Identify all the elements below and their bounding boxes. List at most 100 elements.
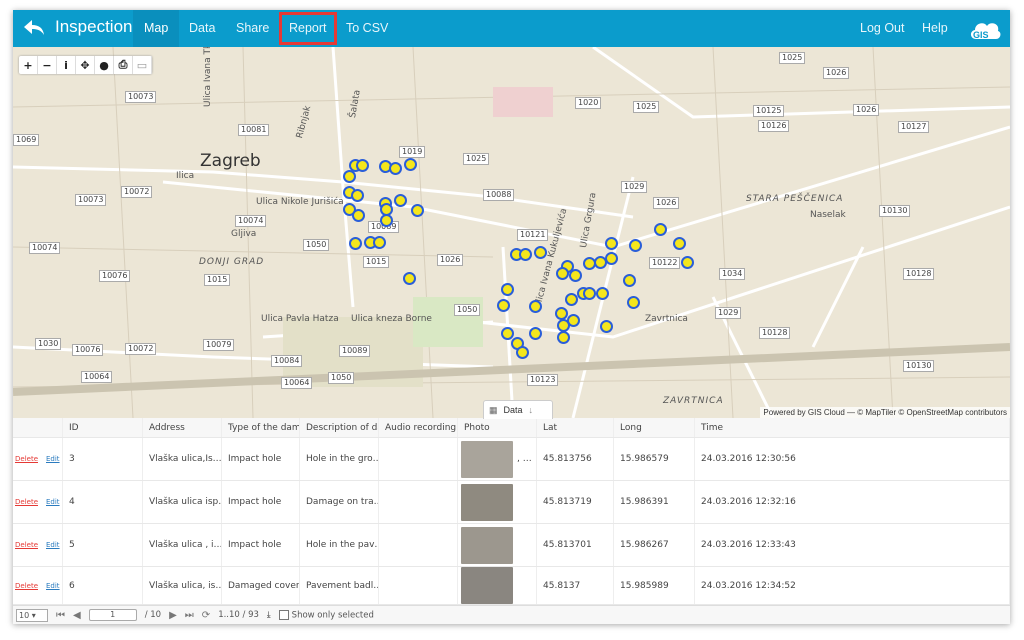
column-header-id[interactable]: ID	[63, 418, 143, 437]
cell-type: Impact hole	[222, 524, 300, 566]
edit-link[interactable]: Edit	[46, 455, 60, 463]
inspection-marker[interactable]	[411, 204, 424, 217]
logout-link[interactable]: Log Out	[849, 10, 915, 47]
nav-map[interactable]: Map	[133, 10, 180, 47]
download-icon[interactable]: ⤓	[267, 610, 271, 620]
road-number-label: 10127	[898, 121, 930, 133]
page-input[interactable]: 1	[88, 609, 137, 621]
column-header-audio[interactable]: Audio recording	[379, 418, 458, 437]
inspection-marker[interactable]	[605, 237, 618, 250]
photo-thumbnail[interactable]	[461, 526, 513, 564]
column-header-description[interactable]: Description of da	[300, 418, 379, 437]
inspection-marker[interactable]	[557, 331, 570, 344]
delete-link[interactable]: Delete	[15, 582, 38, 590]
column-header-address[interactable]: Address	[143, 418, 222, 437]
layers-icon[interactable]: ▭	[133, 56, 152, 74]
inspection-marker[interactable]	[654, 223, 667, 236]
column-header-lat[interactable]: Lat	[537, 418, 614, 437]
column-header-long[interactable]: Long	[614, 418, 695, 437]
photo-thumbnail[interactable]	[461, 567, 513, 604]
nav-share[interactable]: Share	[225, 10, 280, 47]
inspection-marker[interactable]	[673, 237, 686, 250]
column-header-type[interactable]: Type of the dama	[222, 418, 300, 437]
zoom-in-icon[interactable]: +	[19, 56, 38, 74]
delete-link[interactable]: Delete	[15, 455, 38, 463]
refresh-icon[interactable]: ⟳	[202, 610, 210, 621]
inspection-marker[interactable]	[519, 248, 532, 261]
inspection-marker[interactable]	[583, 287, 596, 300]
map-view[interactable]: 10073 10081 1019 1025 1020 1025 1026 10125 10126…	[13, 47, 1010, 418]
info-icon[interactable]: i	[57, 56, 76, 74]
show-only-selected[interactable]: Show only selected	[278, 609, 374, 621]
inspection-marker[interactable]	[404, 158, 417, 171]
zoom-out-icon[interactable]: −	[38, 56, 57, 74]
inspection-marker[interactable]	[516, 346, 529, 359]
show-selected-checkbox[interactable]	[278, 609, 289, 620]
locate-icon[interactable]: ✥	[76, 56, 95, 74]
back-arrow-icon[interactable]	[23, 18, 45, 38]
inspection-marker[interactable]	[403, 272, 416, 285]
table-row[interactable]: Delete Edit 4 Vlaška ulica isp… Impact ho…	[13, 481, 1010, 524]
road-number-label: 10128	[759, 327, 791, 339]
road-number-label: 10125	[753, 105, 785, 117]
inspection-marker[interactable]	[389, 162, 402, 175]
inspection-marker[interactable]	[349, 237, 362, 250]
table-row[interactable]: Delete Edit 3 Vlaška ulica,Is… Impact hol…	[13, 438, 1010, 481]
delete-link[interactable]: Delete	[15, 541, 38, 549]
inspection-marker[interactable]	[555, 307, 568, 320]
inspection-marker[interactable]	[501, 283, 514, 296]
inspection-marker[interactable]	[352, 209, 365, 222]
road-number-label: 10126	[758, 120, 790, 132]
column-header-time[interactable]: Time	[695, 418, 1010, 437]
nav-to-csv[interactable]: To CSV	[335, 10, 399, 47]
edit-link[interactable]: Edit	[46, 541, 60, 549]
nav-report[interactable]: Report	[277, 10, 339, 47]
last-page-icon[interactable]: ⏭	[185, 610, 194, 621]
inspection-marker[interactable]	[569, 269, 582, 282]
inspection-marker[interactable]	[627, 296, 640, 309]
print-icon[interactable]: ⎙	[114, 56, 133, 74]
photo-thumbnail[interactable]	[461, 483, 513, 521]
inspection-marker[interactable]	[681, 256, 694, 269]
road-number-label: 1015	[204, 274, 231, 286]
data-table: ID Address Type of the dama Description …	[13, 418, 1010, 605]
help-link[interactable]: Help	[911, 10, 959, 47]
prev-page-icon[interactable]: ◀	[73, 610, 81, 621]
inspection-marker[interactable]	[596, 287, 609, 300]
inspection-marker[interactable]	[394, 194, 407, 207]
edit-link[interactable]: Edit	[46, 498, 60, 506]
cell-photo: , …	[458, 438, 537, 480]
inspection-marker[interactable]	[556, 267, 569, 280]
app-title: Inspection	[55, 17, 133, 36]
delete-link[interactable]: Delete	[15, 498, 38, 506]
data-panel-tab[interactable]: ▦ Data ↓	[483, 400, 553, 419]
inspection-marker[interactable]	[351, 189, 364, 202]
inspection-marker[interactable]	[343, 170, 356, 183]
inspection-marker[interactable]	[623, 274, 636, 287]
inspection-marker[interactable]	[529, 327, 542, 340]
show-selected-label: Show only selected	[291, 610, 374, 621]
inspection-marker[interactable]	[565, 293, 578, 306]
nav-data[interactable]: Data	[178, 10, 226, 47]
inspection-marker[interactable]	[373, 236, 386, 249]
inspection-marker[interactable]	[380, 214, 393, 227]
inspection-marker[interactable]	[529, 300, 542, 313]
page-size-select[interactable]: 10 ▾	[16, 608, 48, 622]
table-row[interactable]: Delete Edit 5 Vlaška ulica , i… Impact ho…	[13, 524, 1010, 567]
inspection-marker[interactable]	[534, 246, 547, 259]
first-page-icon[interactable]: ⏮	[56, 610, 65, 621]
inspection-marker[interactable]	[497, 299, 510, 312]
inspection-marker[interactable]	[600, 320, 613, 333]
inspection-marker[interactable]	[583, 257, 596, 270]
inspection-marker[interactable]	[629, 239, 642, 252]
road-number-label: 10128	[903, 268, 935, 280]
photo-thumbnail[interactable]	[461, 440, 513, 478]
globe-icon[interactable]: ●	[95, 56, 114, 74]
table-row[interactable]: Delete Edit 6 Vlaška ulica, is… Damaged c…	[13, 567, 1010, 605]
column-header-photo[interactable]: Photo	[458, 418, 537, 437]
inspection-marker[interactable]	[356, 159, 369, 172]
next-page-icon[interactable]: ▶	[169, 610, 177, 621]
road-number-label: 10121	[517, 229, 549, 241]
arrow-down-icon[interactable]: ↓	[529, 405, 534, 415]
edit-link[interactable]: Edit	[46, 582, 60, 590]
